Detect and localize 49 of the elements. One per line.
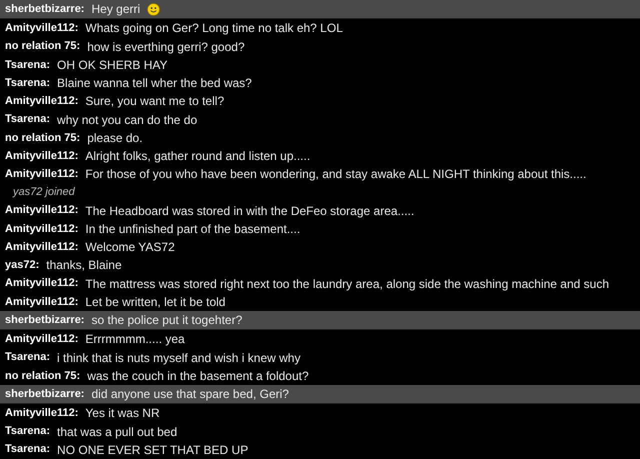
join-notice: yas72 joined <box>13 185 75 200</box>
username: no relation 75: <box>5 39 80 54</box>
message-text: that was a pull out bed <box>57 424 178 440</box>
username: Tsarena: <box>5 58 50 73</box>
message-text: Blaine wanna tell wher the bed was? <box>57 75 252 92</box>
message-text: how is everthing gerri? good? <box>87 38 245 56</box>
message-text: Sure, you want me to tell? <box>85 93 224 110</box>
username: Amityville112: <box>5 203 78 218</box>
username: sherbetbizarre: <box>5 312 84 328</box>
message-text: thanks, Blaine <box>46 257 122 274</box>
username: Amityville112: <box>5 294 78 310</box>
username: Amityville112: <box>5 94 78 110</box>
message-text: NO ONE EVER SET THAT BED UP <box>57 442 248 459</box>
username: yas72: <box>5 258 40 274</box>
message-text: For those of you who have been wondering, and stay awake ALL NIGHT thinking about this..... <box>85 166 586 184</box>
message-text: Welcome YAS72 <box>85 239 175 256</box>
username: Tsarena: <box>5 442 50 458</box>
message-text: please do. <box>87 130 143 147</box>
username: Amityville112: <box>5 276 78 292</box>
message-text: why not you can do the do <box>57 112 198 129</box>
message-text: The mattress was stored right next too the laundry area, along side the washing machine and such <box>85 276 610 293</box>
message-text: i think that is nuts myself and wish i knew why <box>57 350 300 367</box>
username: Amityville112: <box>5 166 78 182</box>
username: Amityville112: <box>5 406 78 422</box>
username: no relation 75: <box>5 130 80 146</box>
username: Tsarena: <box>5 350 50 366</box>
username: Amityville112: <box>5 332 78 348</box>
username: Amityville112: <box>5 148 78 164</box>
message-text: Yes it was NR <box>85 405 160 422</box>
message-text: Alright folks, gather round and listen up..... <box>85 148 310 165</box>
message-text: The Headboard was stored in with the DeFeo storage area..... <box>85 202 414 220</box>
username: Tsarena: <box>5 424 50 440</box>
message-text: Whats going on Ger? Long time no talk eh? LOL <box>85 20 343 38</box>
message-text: Let be written, let it be told <box>85 294 226 311</box>
username: no relation 75: <box>5 368 80 384</box>
message-text: In the unfinished part of the basement.... <box>85 220 300 238</box>
username: sherbetbizarre: <box>5 386 84 402</box>
username: sherbetbizarre: <box>5 2 84 17</box>
username: Amityville112: <box>5 240 78 255</box>
message-text: Hey gerri <box>91 1 140 18</box>
message-text: did anyone use that spare bed, Geri? <box>91 386 289 404</box>
message-text: OH OK SHERB HAY <box>57 56 168 74</box>
username: Tsarena: <box>5 76 50 91</box>
username: Amityville112: <box>5 222 78 237</box>
message-text: was the couch in the basement a foldout? <box>87 368 309 385</box>
username: Tsarena: <box>5 112 50 128</box>
username: Amityville112: <box>5 21 78 36</box>
message-text: Errrmmmm..... yea <box>85 331 185 348</box>
message-text: so the police put it togehter? <box>91 312 242 330</box>
